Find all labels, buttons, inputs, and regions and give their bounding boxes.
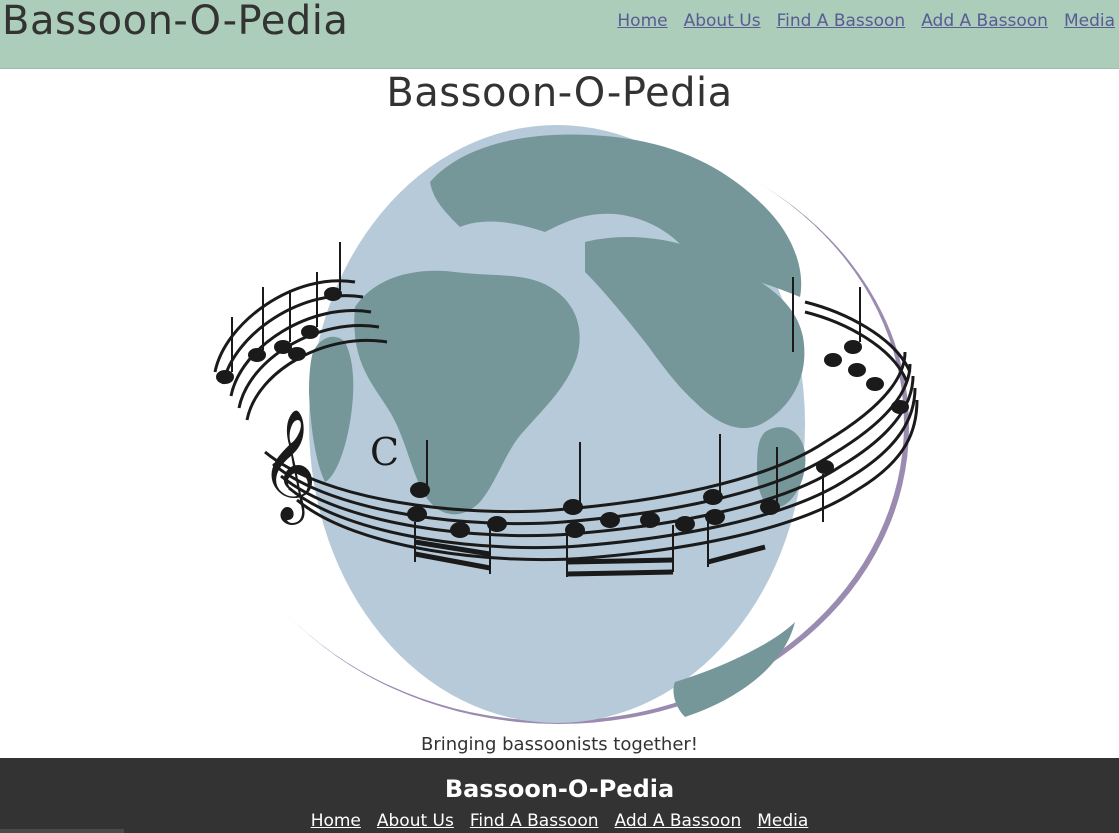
globe-with-music-staff-icon: 𝄞 C	[205, 122, 920, 727]
page-title: Bassoon-O-Pedia	[386, 70, 733, 116]
top-nav: Home About Us Find A Bassoon Add A Basso…	[617, 10, 1115, 32]
nav-link-add-a-bassoon[interactable]: Add A Bassoon	[921, 10, 1048, 32]
footer-link-find-a-bassoon[interactable]: Find A Bassoon	[470, 810, 599, 832]
footer-link-add-a-bassoon[interactable]: Add A Bassoon	[615, 810, 742, 832]
nav-link-about-us[interactable]: About Us	[684, 10, 761, 32]
footer-nav: Home About Us Find A Bassoon Add A Basso…	[0, 810, 1119, 832]
horizontal-scrollbar[interactable]	[0, 829, 124, 833]
footer-link-media[interactable]: Media	[757, 810, 808, 832]
site-brand[interactable]: Bassoon-O-Pedia	[2, 0, 348, 46]
nav-link-find-a-bassoon[interactable]: Find A Bassoon	[777, 10, 906, 32]
time-signature-c-icon: C	[370, 430, 399, 474]
footer-link-home[interactable]: Home	[311, 810, 361, 832]
nav-link-media[interactable]: Media	[1064, 10, 1115, 32]
site-header: Bassoon-O-Pedia Home About Us Find A Bas…	[0, 0, 1119, 69]
footer-link-about-us[interactable]: About Us	[377, 810, 454, 832]
footer-brand: Bassoon-O-Pedia	[444, 775, 675, 803]
nav-link-home[interactable]: Home	[617, 10, 667, 32]
treble-clef-icon: 𝄞	[260, 408, 317, 525]
logo-image: 𝄞 C	[206, 125, 919, 724]
site-footer: Bassoon-O-Pedia Home About Us Find A Bas…	[0, 758, 1119, 833]
tagline: Bringing bassoonists together!	[420, 734, 699, 755]
